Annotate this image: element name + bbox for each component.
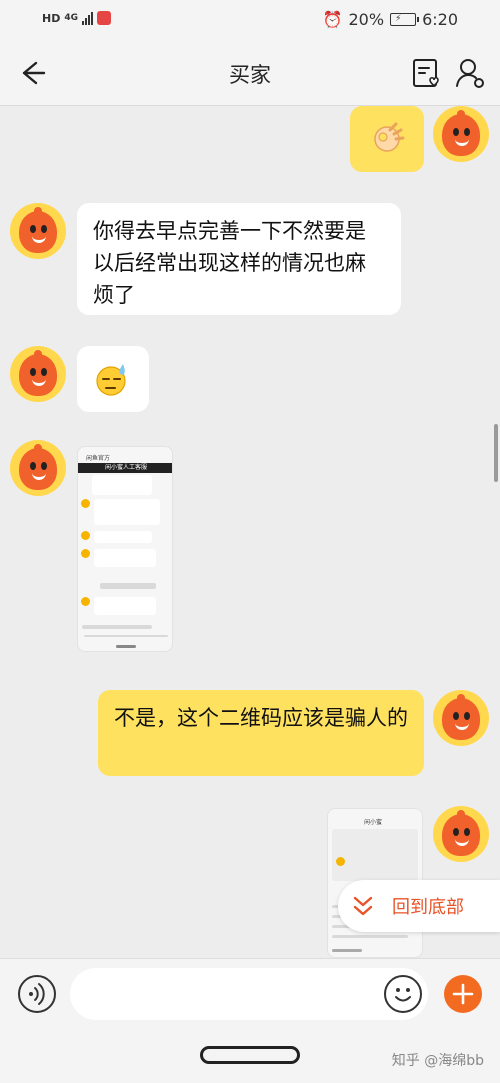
status-right: ⏰ 20% ⚡ 6:20: [323, 10, 458, 29]
seller-avatar[interactable]: [433, 690, 489, 746]
thumb-avatar: [81, 499, 90, 508]
thumb-avatar: [81, 549, 90, 558]
message-bubble-text[interactable]: 不是，这个二维码应该是骗人的: [98, 690, 424, 776]
thumb-card: [94, 531, 152, 543]
thumb-header: 闲小蜜人工客服: [78, 463, 172, 473]
thumb-line: [84, 635, 168, 637]
network-type: 4G: [64, 12, 78, 23]
thumb-line: [332, 949, 362, 952]
seller-avatar[interactable]: [433, 806, 489, 862]
battery-icon: ⚡: [390, 13, 420, 26]
smiley-icon: [395, 988, 411, 1002]
person-settings-icon: [456, 59, 484, 88]
watermark: 知乎 @海绵bb: [391, 1053, 484, 1069]
message-bubble-sweat-emoji[interactable]: [77, 346, 149, 412]
status-bar: HD 4G ⏰ 20% ⚡ 6:20: [0, 0, 500, 40]
seller-avatar[interactable]: [433, 106, 489, 162]
thumb-avatar: [81, 531, 90, 540]
thumb-line: [100, 583, 156, 589]
voice-wave-icon: [29, 983, 45, 1005]
thumb-line: [332, 935, 408, 938]
message-input[interactable]: [70, 968, 428, 1020]
profile-button[interactable]: [454, 56, 486, 90]
thumb-card: [332, 829, 418, 881]
buyer-avatar[interactable]: [10, 346, 66, 402]
thumb-avatar: [336, 857, 345, 866]
signal-icon: [82, 11, 93, 25]
thumb-line: [82, 625, 152, 629]
thumb-card: [94, 499, 160, 525]
clock: 6:20: [422, 10, 458, 29]
thumb-card: [92, 475, 152, 495]
more-actions-button[interactable]: [444, 975, 482, 1013]
notification-app-icon: [97, 11, 111, 25]
order-report-button[interactable]: [410, 56, 442, 90]
double-chevron-down-icon: [353, 896, 373, 916]
sweat-face-emoji: [96, 364, 126, 396]
system-nav-bar: 知乎 @海绵bb: [0, 1030, 500, 1083]
status-left: HD 4G: [42, 11, 111, 25]
home-gesture-bar[interactable]: [200, 1046, 300, 1064]
buyer-avatar[interactable]: [10, 440, 66, 496]
emoji-button[interactable]: [384, 975, 422, 1013]
scroll-to-bottom-label: 回到底部: [392, 897, 464, 918]
message-bubble-text[interactable]: 你得去早点完善一下不然要是以后经常出现这样的情况也麻烦了: [77, 203, 401, 315]
thumb-line: [116, 645, 136, 648]
voice-button[interactable]: [18, 975, 56, 1013]
chat-header: 买家: [0, 40, 500, 106]
ok-hand-emoji: [374, 122, 405, 152]
scroll-to-bottom-button[interactable]: 回到底部: [338, 880, 500, 932]
clipboard-heart-icon: [413, 59, 439, 87]
alarm-icon: ⏰: [322, 10, 343, 29]
buyer-avatar[interactable]: [10, 203, 66, 259]
image-message-screenshot[interactable]: 闲鱼官方 闲小蜜人工客服: [77, 446, 173, 652]
input-bar: [0, 958, 500, 1030]
thumb-top-label: 闲鱼官方: [86, 455, 111, 462]
thumb-header: 闲小蜜: [364, 819, 383, 826]
battery-percent: 20%: [348, 10, 385, 29]
thumb-card: [94, 597, 156, 615]
plus-icon: [452, 983, 474, 1005]
scrollbar-thumb[interactable]: [494, 424, 498, 482]
thumb-card: [94, 549, 156, 567]
hd-indicator: HD: [42, 11, 61, 25]
message-bubble-ok-emoji[interactable]: [350, 106, 424, 172]
thumb-avatar: [81, 597, 90, 606]
